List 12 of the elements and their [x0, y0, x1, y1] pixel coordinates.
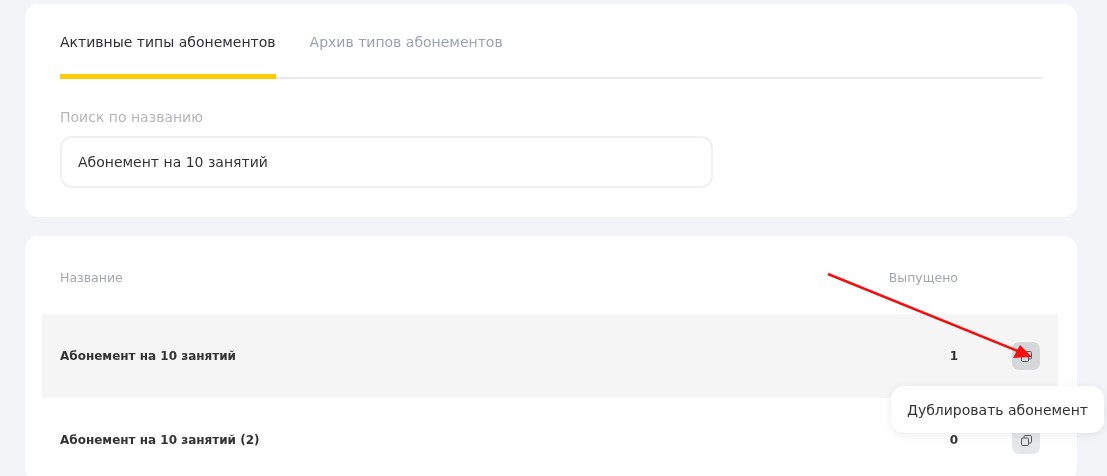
- table-cell-text: 1: [948, 349, 958, 363]
- search-label: Поиск по названию: [60, 109, 204, 125]
- table-cell-text: Абонемент на 10 занятий (2): [60, 433, 261, 447]
- copy-icon: [1020, 434, 1032, 446]
- copy-icon: [1020, 350, 1032, 362]
- table-cell-text: 0: [948, 433, 958, 447]
- search-field[interactable]: Абонемент на 10 занятий: [60, 136, 713, 188]
- column-header: Название: [60, 270, 124, 285]
- tab[interactable]: Активные типы абонементов: [60, 34, 276, 79]
- table-cell-text: Абонемент на 10 занятий: [60, 349, 237, 363]
- tooltip: Дублировать абонемент: [891, 386, 1104, 433]
- column-header: Выпущено: [887, 270, 958, 285]
